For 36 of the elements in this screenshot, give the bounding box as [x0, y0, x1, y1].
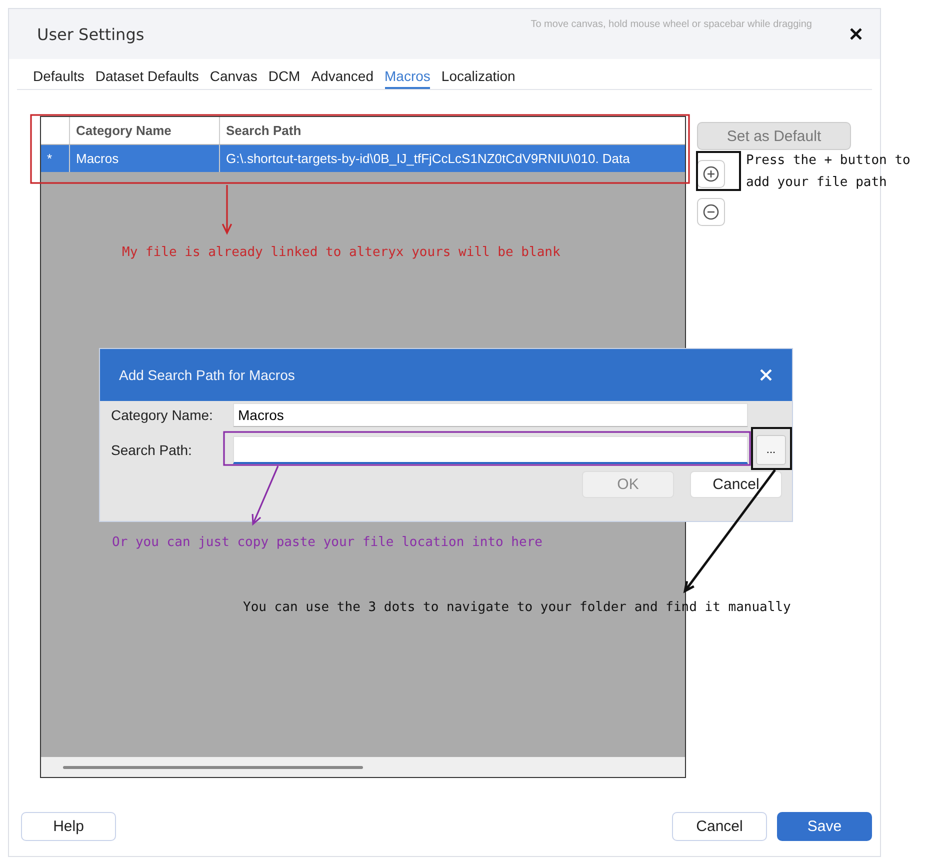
tab[interactable]: Canvas	[210, 67, 258, 89]
column-header[interactable]: Search Path	[219, 117, 685, 144]
close-icon[interactable]	[850, 28, 862, 40]
add-button[interactable]	[697, 160, 725, 188]
row-marker: *	[46, 150, 54, 168]
window-title: User Settings	[37, 24, 144, 44]
table-cell: G:\.shortcut-targets-by-id\0B_IJ_tfFjCcLcS1NZ0tCdV9RNIU\010. Data	[219, 145, 685, 172]
table-row[interactable]: * Macros G:\.shortcut-targets-by-id\0B_IJ_tfFjCcLcS1NZ0tCdV9RNIU\010. Data	[41, 145, 685, 172]
arrow	[252, 465, 279, 526]
tab[interactable]: DCM	[268, 67, 300, 89]
scrollbar-thumb[interactable]	[63, 766, 363, 768]
annotation-text: Press the + button to add your file path	[746, 152, 912, 192]
canvas-hint: To move canvas, hold mouse wheel or spacebar while dragging	[530, 19, 812, 30]
plus-icon	[703, 166, 719, 182]
footer-button[interactable]: Cancel	[672, 812, 767, 840]
footer-button[interactable]: Save	[777, 812, 872, 840]
tab[interactable]: Localization	[441, 67, 516, 89]
tab[interactable]: Defaults	[33, 67, 84, 89]
tab[interactable]: Dataset Defaults	[95, 67, 199, 89]
arrow	[222, 184, 232, 235]
dialog-button[interactable]: Cancel	[690, 471, 782, 498]
text-field[interactable]	[233, 436, 748, 464]
annotation-text: Or you can just copy paste your file location into here	[112, 535, 542, 550]
table-cell: Macros	[69, 145, 219, 172]
browse-button[interactable]: ...	[756, 435, 786, 465]
field-label: Category Name:	[111, 407, 214, 423]
column-header[interactable]: Category Name	[69, 117, 219, 144]
footer-button[interactable]: Help	[21, 812, 116, 840]
tab[interactable]: Advanced	[311, 67, 374, 89]
minus-icon	[703, 204, 719, 220]
dialog-title: Add Search Path for Macros	[119, 367, 295, 383]
field-label: Search Path:	[111, 442, 193, 458]
tab[interactable]: Macros	[384, 67, 430, 89]
remove-button[interactable]	[697, 198, 725, 226]
text-field[interactable]: Macros	[233, 403, 748, 427]
annotation-text: My file is already linked to alteryx yours will be blank	[122, 245, 560, 260]
